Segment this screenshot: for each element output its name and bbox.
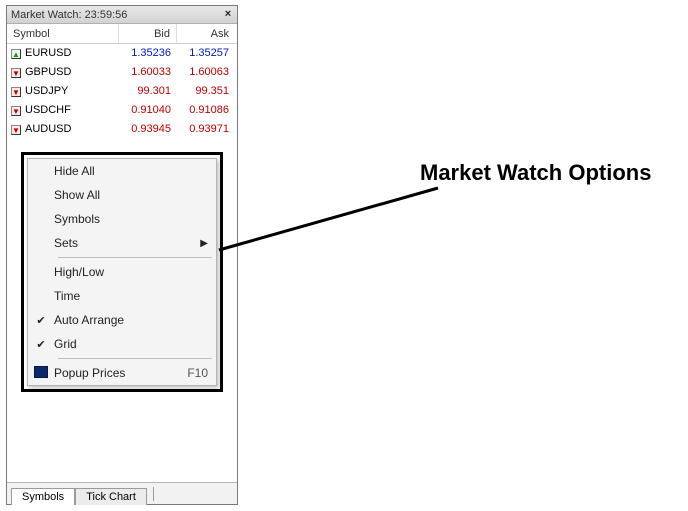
- popup-prices-icon: [34, 366, 48, 378]
- column-headers: Symbol Bid Ask: [7, 24, 237, 44]
- annotation-label: Market Watch Options: [420, 160, 651, 186]
- symbol-name: EURUSD: [25, 44, 71, 63]
- ask-price: 1.35257: [177, 44, 235, 63]
- symbol-row[interactable]: ▼ USDJPY 99.301 99.351: [7, 82, 237, 101]
- menu-time[interactable]: Time: [28, 284, 216, 308]
- menu-auto-arrange[interactable]: ✔ Auto Arrange: [28, 308, 216, 332]
- direction-down-icon: ▼: [11, 106, 21, 116]
- symbol-list: ▲ EURUSD 1.35236 1.35257 ▼ GBPUSD 1.6003…: [7, 44, 237, 139]
- menu-separator: [58, 257, 212, 258]
- context-menu-highlight-frame: Hide All Show All Symbols Sets ▶ High/Lo…: [21, 152, 223, 392]
- market-watch-panel: Market Watch: 23:59:56 × Symbol Bid Ask …: [6, 5, 238, 505]
- window-title: Market Watch: 23:59:56: [11, 9, 221, 21]
- bid-price: 1.35236: [119, 44, 177, 63]
- submenu-arrow-icon: ▶: [200, 238, 208, 249]
- titlebar: Market Watch: 23:59:56 ×: [7, 6, 237, 24]
- col-ask-header[interactable]: Ask: [177, 24, 235, 43]
- bid-price: 0.91040: [119, 101, 177, 120]
- symbol-name: USDJPY: [25, 82, 68, 101]
- ask-price: 1.60063: [177, 63, 235, 82]
- symbol-row[interactable]: ▼ GBPUSD 1.60033 1.60063: [7, 63, 237, 82]
- symbol-name: GBPUSD: [25, 63, 71, 82]
- context-menu: Hide All Show All Symbols Sets ▶ High/Lo…: [27, 158, 217, 386]
- check-icon: ✔: [28, 314, 54, 327]
- symbol-row[interactable]: ▼ AUDUSD 0.93945 0.93971: [7, 120, 237, 139]
- close-icon[interactable]: ×: [221, 8, 235, 22]
- menu-grid[interactable]: ✔ Grid: [28, 332, 216, 356]
- menu-popup-prices[interactable]: Popup Prices F10: [28, 361, 216, 385]
- menu-hide-all[interactable]: Hide All: [28, 159, 216, 183]
- menu-sets[interactable]: Sets ▶: [28, 231, 216, 255]
- title-prefix: Market Watch:: [11, 9, 82, 21]
- bid-price: 99.301: [119, 82, 177, 101]
- ask-price: 0.91086: [177, 101, 235, 120]
- shortcut-label: F10: [187, 366, 208, 380]
- col-symbol-header[interactable]: Symbol: [7, 24, 119, 43]
- symbol-name: USDCHF: [25, 101, 71, 120]
- menu-show-all[interactable]: Show All: [28, 183, 216, 207]
- direction-down-icon: ▼: [11, 87, 21, 97]
- tab-bar: Symbols Tick Chart: [7, 482, 237, 504]
- tab-symbols[interactable]: Symbols: [11, 488, 75, 505]
- ask-price: 0.93971: [177, 120, 235, 139]
- check-icon: ✔: [28, 338, 54, 351]
- bid-price: 1.60033: [119, 63, 177, 82]
- title-time: 23:59:56: [85, 9, 128, 21]
- direction-up-icon: ▲: [11, 49, 21, 59]
- tab-separator: [153, 487, 154, 501]
- bid-price: 0.93945: [119, 120, 177, 139]
- menu-high-low[interactable]: High/Low: [28, 260, 216, 284]
- ask-price: 99.351: [177, 82, 235, 101]
- col-bid-header[interactable]: Bid: [119, 24, 177, 43]
- direction-down-icon: ▼: [11, 125, 21, 135]
- symbol-row[interactable]: ▲ EURUSD 1.35236 1.35257: [7, 44, 237, 63]
- direction-down-icon: ▼: [11, 68, 21, 78]
- menu-symbols[interactable]: Symbols: [28, 207, 216, 231]
- tab-tick-chart[interactable]: Tick Chart: [75, 488, 147, 505]
- symbol-name: AUDUSD: [25, 120, 71, 139]
- menu-separator: [58, 358, 212, 359]
- symbol-row[interactable]: ▼ USDCHF 0.91040 0.91086: [7, 101, 237, 120]
